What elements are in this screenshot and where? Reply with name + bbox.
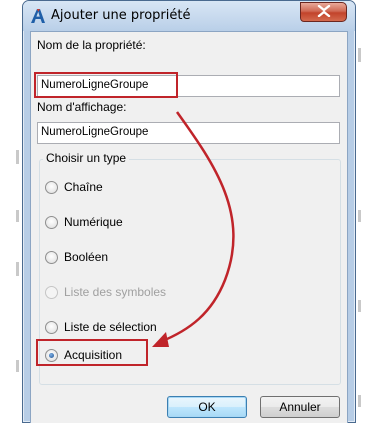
- ok-button[interactable]: OK: [167, 396, 247, 418]
- radio-liste-de-selection[interactable]: Liste de sélection: [45, 319, 157, 335]
- background-dash: [16, 210, 19, 222]
- background-dash: [358, 48, 361, 62]
- background-dash: [358, 210, 361, 222]
- radio-button[interactable]: [45, 250, 58, 264]
- radio-liste-des-symboles: Liste des symboles: [45, 284, 166, 300]
- autocad-a-icon: [30, 8, 46, 24]
- background-dash: [16, 150, 19, 164]
- annotation-box-property-name: [34, 72, 178, 98]
- background-left: [0, 0, 22, 423]
- radio-numerique[interactable]: Numérique: [45, 214, 123, 230]
- background-dash: [358, 395, 361, 407]
- radio-button[interactable]: [45, 320, 58, 334]
- title-bar[interactable]: Ajouter une propriété: [23, 1, 355, 31]
- radio-label: Chaîne: [64, 180, 103, 194]
- cancel-button[interactable]: Annuler: [260, 396, 340, 418]
- radio-button[interactable]: [45, 180, 58, 194]
- display-name-input[interactable]: NumeroLigneGroupe: [37, 122, 340, 144]
- dialog-title: Ajouter une propriété: [51, 8, 191, 23]
- radio-button: [45, 285, 58, 299]
- background-dash: [358, 300, 361, 312]
- radio-label: Numérique: [64, 215, 123, 229]
- property-name-label: Nom de la propriété:: [37, 38, 146, 52]
- background-right: [356, 0, 368, 423]
- radio-chaine[interactable]: Chaîne: [45, 179, 103, 195]
- annotation-box-acquisition: [36, 339, 148, 366]
- radio-label: Liste de sélection: [64, 320, 157, 334]
- radio-button[interactable]: [45, 215, 58, 229]
- display-name-label: Nom d'affichage:: [37, 100, 127, 114]
- background-dash: [16, 360, 19, 372]
- background-dash: [16, 262, 19, 276]
- close-button[interactable]: [300, 2, 347, 22]
- radio-label: Liste des symboles: [64, 285, 167, 299]
- close-icon: [317, 4, 331, 20]
- radio-booleen[interactable]: Booléen: [45, 249, 108, 265]
- type-group-title: Choisir un type: [43, 151, 130, 165]
- radio-label: Booléen: [64, 250, 109, 264]
